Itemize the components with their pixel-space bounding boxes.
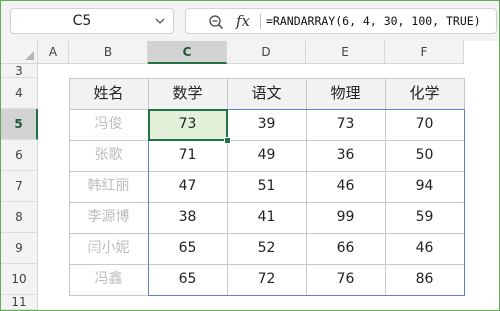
row-header-7[interactable]: 7 xyxy=(1,171,38,202)
score-cell[interactable]: 36 xyxy=(306,140,385,171)
active-cell-outline[interactable] xyxy=(148,109,228,141)
column-header-b[interactable]: B xyxy=(69,41,148,64)
table-gridline xyxy=(69,109,465,110)
table-gridline xyxy=(69,171,465,172)
formula-separator xyxy=(260,14,261,29)
row-header-4[interactable]: 4 xyxy=(1,78,38,109)
table-gridline xyxy=(69,78,465,79)
score-cell[interactable]: 72 xyxy=(227,264,306,295)
name-cell[interactable]: 闫小妮 xyxy=(69,233,148,264)
table-gridline xyxy=(69,140,465,141)
formula-bar-area: C5 fx =RANDARRAY(6, 4, 30, 100, TRUE) xyxy=(1,1,499,41)
score-cell[interactable]: 73 xyxy=(306,109,385,140)
score-cell[interactable]: 52 xyxy=(227,233,306,264)
score-cell[interactable]: 47 xyxy=(148,171,227,202)
score-cell[interactable]: 46 xyxy=(306,171,385,202)
score-cell[interactable]: 70 xyxy=(385,109,464,140)
score-cell[interactable]: 65 xyxy=(148,233,227,264)
score-cell[interactable]: 41 xyxy=(227,202,306,233)
name-box-value[interactable]: C5 xyxy=(11,9,153,33)
score-cell[interactable]: 59 xyxy=(385,202,464,233)
formula-input[interactable]: fx =RANDARRAY(6, 4, 30, 100, TRUE) xyxy=(185,8,497,34)
column-header-d[interactable]: D xyxy=(227,41,306,64)
name-cell[interactable]: 韩红丽 xyxy=(69,171,148,202)
row-header-11[interactable]: 11 xyxy=(1,295,38,310)
name-cell[interactable]: 冯俊 xyxy=(69,109,148,140)
name-cell[interactable]: 李源博 xyxy=(69,202,148,233)
table-gridline xyxy=(69,233,465,234)
score-cell[interactable]: 99 xyxy=(306,202,385,233)
score-cell[interactable]: 51 xyxy=(227,171,306,202)
fx-icon[interactable]: fx xyxy=(236,11,250,31)
table-gridline xyxy=(69,264,465,265)
score-cell[interactable]: 66 xyxy=(306,233,385,264)
score-cell[interactable]: 39 xyxy=(227,109,306,140)
table-gridline xyxy=(69,202,465,203)
row-header-3[interactable]: 3 xyxy=(1,64,38,78)
score-cell[interactable]: 49 xyxy=(227,140,306,171)
fill-handle[interactable] xyxy=(224,137,231,144)
score-cell[interactable]: 86 xyxy=(385,264,464,295)
score-cell[interactable]: 76 xyxy=(306,264,385,295)
zoom-icon[interactable] xyxy=(208,14,224,30)
row-header-9[interactable]: 9 xyxy=(1,233,38,264)
row-header-5[interactable]: 5 xyxy=(1,109,38,140)
table-gridline xyxy=(69,295,465,296)
row-header-6[interactable]: 6 xyxy=(1,140,38,171)
name-cell[interactable]: 冯鑫 xyxy=(69,264,148,295)
table-header-cell[interactable]: 物理 xyxy=(306,78,385,109)
score-cell[interactable]: 71 xyxy=(148,140,227,171)
table-header-cell[interactable]: 语文 xyxy=(227,78,306,109)
name-box[interactable]: C5 xyxy=(10,8,174,34)
score-cell[interactable]: 46 xyxy=(385,233,464,264)
score-cell[interactable]: 94 xyxy=(385,171,464,202)
table-header-cell[interactable]: 姓名 xyxy=(69,78,148,109)
table-header-cell[interactable]: 化学 xyxy=(385,78,464,109)
spreadsheet-window: C5 fx =RANDARRAY(6, 4, 30, 100, TRUE) AB… xyxy=(0,0,500,311)
row-header-10[interactable]: 10 xyxy=(1,264,38,295)
column-header-e[interactable]: E xyxy=(306,41,385,64)
score-cell[interactable]: 65 xyxy=(148,264,227,295)
formula-text[interactable]: =RANDARRAY(6, 4, 30, 100, TRUE) xyxy=(266,9,481,33)
table-header-cell[interactable]: 数学 xyxy=(148,78,227,109)
chevron-down-icon[interactable] xyxy=(155,17,165,25)
name-cell[interactable]: 张歌 xyxy=(69,140,148,171)
column-header-c[interactable]: C xyxy=(148,41,227,64)
select-all-icon xyxy=(25,51,34,60)
row-header-8[interactable]: 8 xyxy=(1,202,38,233)
select-all-corner[interactable] xyxy=(1,41,38,64)
column-header-f[interactable]: F xyxy=(385,41,464,64)
column-header-a[interactable]: A xyxy=(38,41,69,64)
score-cell[interactable]: 38 xyxy=(148,202,227,233)
score-cell[interactable]: 50 xyxy=(385,140,464,171)
